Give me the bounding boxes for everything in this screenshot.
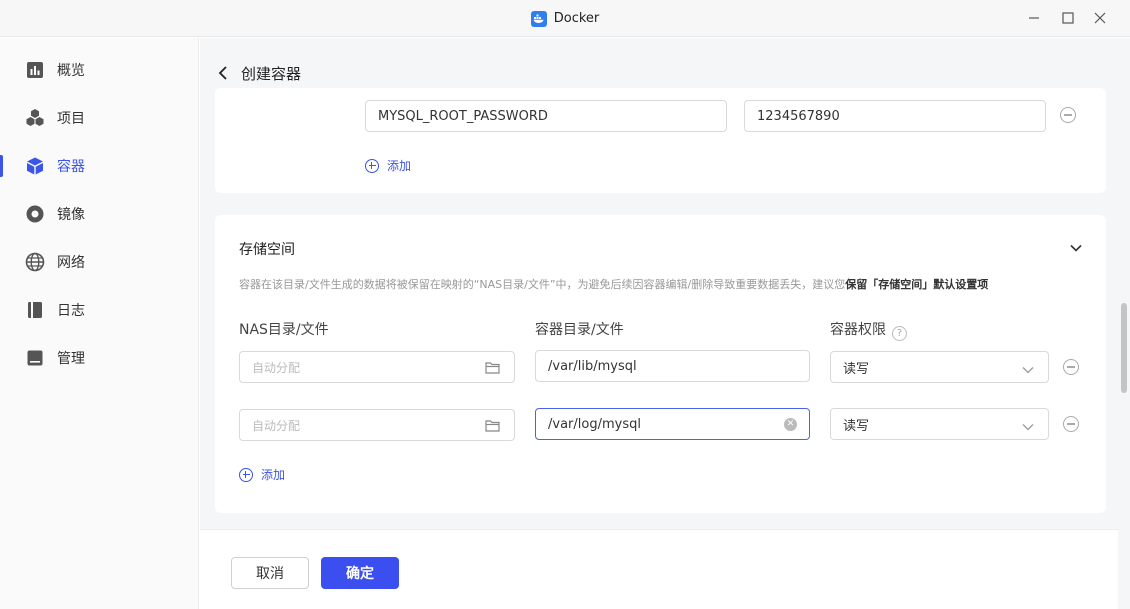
sidebar: 概览 项目 容器 镜像 网络 日志 管理 <box>0 38 199 609</box>
image-icon <box>25 204 45 224</box>
sidebar-item-label: 管理 <box>57 351 85 367</box>
sidebar-item-label: 网络 <box>57 255 85 271</box>
folder-icon[interactable] <box>485 361 500 378</box>
container-path-value: /var/lib/mysql <box>548 358 637 374</box>
window-title: Docker <box>0 0 1130 37</box>
storage-section-title: 存储空间 <box>239 242 295 258</box>
scrollbar-thumb[interactable] <box>1121 303 1127 393</box>
add-storage-button[interactable]: 添加 <box>239 466 285 483</box>
col-container-label: 容器目录/文件 <box>535 322 624 338</box>
minimize-button[interactable] <box>1024 8 1044 28</box>
col-permission-text: 容器权限 <box>830 322 886 338</box>
chevron-down-icon <box>1022 420 1034 435</box>
docker-logo-icon <box>530 10 547 27</box>
container-path-input[interactable]: /var/log/mysql ✕ <box>535 408 810 440</box>
sidebar-item-project[interactable]: 项目 <box>0 98 199 138</box>
storage-hint-bold: 保留「存储空间」默认设置项 <box>845 278 989 291</box>
sidebar-item-log[interactable]: 日志 <box>0 290 199 330</box>
sidebar-item-network[interactable]: 网络 <box>0 242 199 282</box>
maximize-button[interactable] <box>1058 8 1078 28</box>
nas-path-placeholder: 自动分配 <box>252 360 301 375</box>
nas-path-input[interactable]: 自动分配 <box>239 409 515 441</box>
back-button[interactable] <box>215 65 231 81</box>
clear-input-icon[interactable]: ✕ <box>784 418 797 431</box>
manage-icon <box>25 348 45 368</box>
remove-row-button[interactable] <box>1063 359 1079 375</box>
add-env-label: 添加 <box>387 159 412 173</box>
nas-path-input[interactable]: 自动分配 <box>239 351 515 383</box>
chevron-down-icon <box>1022 363 1034 378</box>
sidebar-item-overview[interactable]: 概览 <box>0 50 199 90</box>
globe-icon <box>25 252 45 272</box>
footer-bar: 取消 确定 <box>200 529 1118 609</box>
scrollbar[interactable] <box>1118 38 1130 609</box>
nas-path-placeholder: 自动分配 <box>252 418 301 433</box>
folder-icon[interactable] <box>485 419 500 436</box>
main-content: 创建容器 MYSQL_ROOT_PASSWORD 1234567890 添加 存… <box>200 38 1118 609</box>
env-key-input[interactable]: MYSQL_ROOT_PASSWORD <box>365 100 727 132</box>
cancel-button[interactable]: 取消 <box>231 557 309 589</box>
add-env-button[interactable]: 添加 <box>365 157 411 174</box>
env-value-value: 1234567890 <box>757 108 840 124</box>
add-storage-label: 添加 <box>261 468 286 482</box>
env-value-input[interactable]: 1234567890 <box>744 100 1046 132</box>
plus-circle-icon <box>239 467 253 482</box>
sidebar-item-label: 项目 <box>57 111 85 127</box>
permission-select[interactable]: 读写 <box>830 408 1049 440</box>
env-card: MYSQL_ROOT_PASSWORD 1234567890 添加 <box>215 88 1106 193</box>
log-icon <box>25 300 45 320</box>
sidebar-item-manage[interactable]: 管理 <box>0 338 199 378</box>
title-bar: Docker <box>0 0 1130 37</box>
collapse-chevron-icon[interactable] <box>1070 241 1082 256</box>
sidebar-item-label: 镜像 <box>57 207 85 223</box>
container-path-input[interactable]: /var/lib/mysql <box>535 350 810 382</box>
remove-env-button[interactable] <box>1060 107 1076 123</box>
overview-icon <box>25 60 45 80</box>
env-key-value: MYSQL_ROOT_PASSWORD <box>378 108 548 124</box>
storage-card: 存储空间 容器在该目录/文件生成的数据将被保留在映射的“NAS目录/文件”中，为… <box>215 215 1106 513</box>
permission-value: 读写 <box>843 361 870 377</box>
permission-value: 读写 <box>843 418 870 434</box>
sidebar-item-label: 容器 <box>57 159 85 175</box>
confirm-button[interactable]: 确定 <box>321 557 399 589</box>
close-button[interactable] <box>1090 8 1110 28</box>
remove-row-button[interactable] <box>1063 416 1079 432</box>
col-nas-label: NAS目录/文件 <box>239 322 329 338</box>
project-icon <box>25 108 45 128</box>
container-icon <box>25 156 45 176</box>
container-path-value: /var/log/mysql <box>548 416 641 432</box>
sidebar-item-label: 概览 <box>57 63 85 79</box>
window-title-text: Docker <box>553 11 600 26</box>
sidebar-item-label: 日志 <box>57 303 85 319</box>
storage-hint: 容器在该目录/文件生成的数据将被保留在映射的“NAS目录/文件”中，为避免后续因… <box>239 276 988 292</box>
permission-select[interactable]: 读写 <box>830 351 1049 383</box>
storage-hint-text: 容器在该目录/文件生成的数据将被保留在映射的“NAS目录/文件”中，为避免后续因… <box>239 278 846 291</box>
help-icon[interactable]: ? <box>892 326 907 341</box>
sidebar-item-container[interactable]: 容器 <box>0 146 199 186</box>
page-title: 创建容器 <box>241 64 302 83</box>
sidebar-item-image[interactable]: 镜像 <box>0 194 199 234</box>
plus-circle-icon <box>365 158 379 173</box>
col-permission-label: 容器权限? <box>830 319 907 341</box>
